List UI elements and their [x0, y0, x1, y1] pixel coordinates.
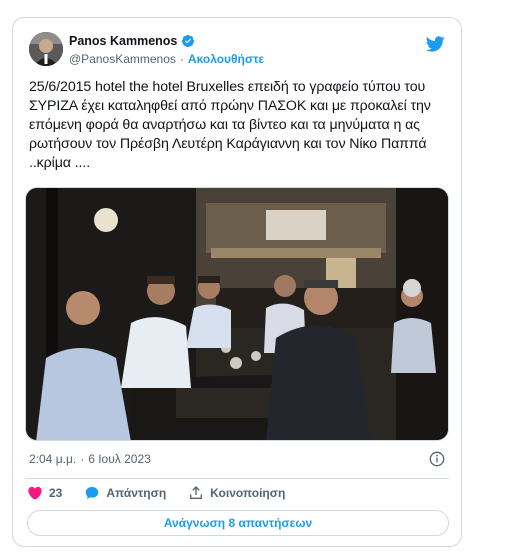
- divider: [25, 478, 449, 479]
- separator: ·: [179, 52, 184, 66]
- heart-icon: [28, 486, 42, 500]
- like-button[interactable]: 23: [27, 485, 62, 501]
- twitter-bird-icon[interactable]: [425, 34, 445, 54]
- author-handle[interactable]: @PanosKammenos: [69, 52, 176, 66]
- share-label: Κοινοποίηση: [210, 486, 286, 500]
- reply-bubble-icon: [86, 487, 99, 499]
- likes-count: 23: [49, 486, 63, 500]
- tweet-time[interactable]: 2:04 μ.μ.: [29, 452, 76, 466]
- avatar[interactable]: [29, 32, 63, 66]
- meta-separator: ·: [80, 452, 85, 466]
- info-icon[interactable]: [429, 451, 445, 467]
- author-name[interactable]: Panos Kammenos: [69, 34, 177, 48]
- tweet-photo[interactable]: [25, 187, 449, 441]
- share-icon: [190, 486, 203, 499]
- verified-badge-icon: [182, 34, 195, 48]
- tweet-date[interactable]: 6 Ιουλ 2023: [88, 452, 151, 466]
- reply-label: Απάντηση: [106, 486, 167, 500]
- follow-button[interactable]: Ακολουθήστε: [188, 52, 264, 66]
- reply-button[interactable]: Απάντηση: [84, 485, 166, 501]
- tweet-text: 25/6/2015 hotel the hotel Bruxelles επει…: [29, 79, 431, 171]
- share-button[interactable]: Κοινοποίηση: [188, 485, 285, 501]
- tweet-card: Panos Kammenos @PanosKammenos · Ακολουθή…: [12, 17, 462, 547]
- read-replies-button[interactable]: Ανάγνωση 8 απαντήσεων: [27, 510, 449, 536]
